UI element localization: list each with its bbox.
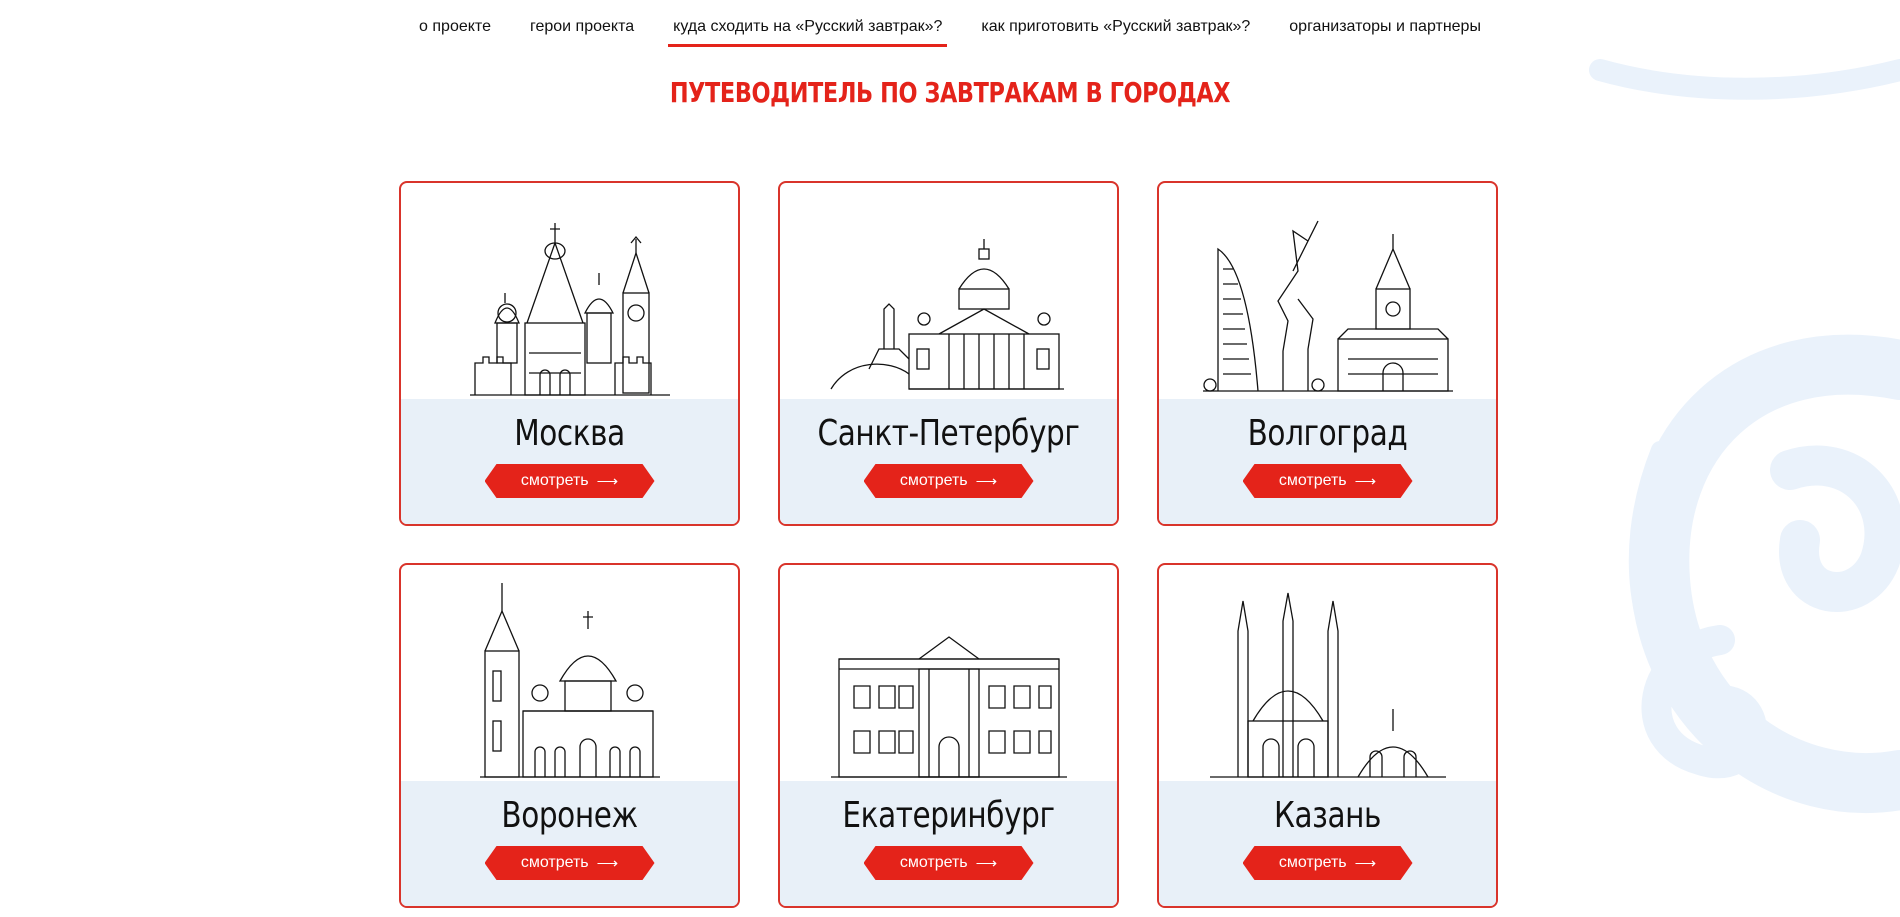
nav-link-where-to-go[interactable]: куда сходить на «Русский завтрак»? (668, 14, 948, 47)
nav-link-heroes[interactable]: герои проекта (525, 14, 639, 47)
nav-link-about[interactable]: о проекте (414, 14, 496, 47)
view-button[interactable]: смотреть ⟶ (485, 464, 655, 498)
ornament-icon (1589, 59, 1900, 814)
card-bottom: Волгоград смотреть ⟶ (1159, 399, 1496, 524)
card-bottom: Санкт-Петербург смотреть ⟶ (780, 399, 1117, 524)
illustration-area (1159, 565, 1496, 781)
card-bottom: Москва смотреть ⟶ (401, 399, 738, 524)
arrow-right-icon: ⟶ (975, 473, 998, 490)
city-name: Волгоград (1247, 413, 1408, 454)
view-button-label: смотреть (899, 472, 968, 489)
city-name: Москва (514, 413, 625, 454)
nav-link-how-to-cook[interactable]: как приготовить «Русский завтрак»? (976, 14, 1255, 47)
city-card-moscow[interactable]: Москва смотреть ⟶ (399, 181, 740, 526)
city-card-ekaterinburg[interactable]: Екатеринбург смотреть ⟶ (778, 563, 1119, 908)
illustration-area (1159, 183, 1496, 399)
city-name: Воронеж (501, 795, 638, 836)
view-button-label: смотреть (1278, 854, 1347, 871)
cities-grid: Москва смотреть ⟶ Санкт-Петербург смотре… (399, 181, 1499, 908)
city-card-saint-petersburg[interactable]: Санкт-Петербург смотреть ⟶ (778, 181, 1119, 526)
view-button[interactable]: смотреть ⟶ (485, 846, 655, 880)
classical-mansion-icon (830, 636, 1067, 778)
city-card-kazan[interactable]: Казань смотреть ⟶ (1157, 563, 1498, 908)
moscow-kremlin-icon (469, 223, 670, 396)
saint-isaac-cathedral-icon (829, 239, 1064, 390)
annunciation-cathedral-icon (479, 583, 660, 778)
view-button[interactable]: смотреть ⟶ (1243, 464, 1413, 498)
arrow-right-icon: ⟶ (1354, 473, 1377, 490)
motherland-calls-icon (1202, 220, 1453, 392)
view-button-label: смотреть (899, 854, 968, 871)
kul-sharif-mosque-icon (1209, 592, 1446, 778)
card-bottom: Казань смотреть ⟶ (1159, 781, 1496, 906)
view-button[interactable]: смотреть ⟶ (864, 846, 1034, 880)
illustration-area (780, 565, 1117, 781)
view-button-label: смотреть (520, 854, 589, 871)
city-card-volgograd[interactable]: Волгоград смотреть ⟶ (1157, 181, 1498, 526)
view-button-label: смотреть (1278, 472, 1347, 489)
card-bottom: Воронеж смотреть ⟶ (401, 781, 738, 906)
city-name: Екатеринбург (842, 795, 1055, 836)
illustration-area (401, 565, 738, 781)
arrow-right-icon: ⟶ (596, 473, 619, 490)
nav-link-organizers[interactable]: организаторы и партнеры (1284, 14, 1486, 47)
city-name: Санкт-Петербург (817, 413, 1080, 454)
arrow-right-icon: ⟶ (596, 855, 619, 872)
top-navigation: о проекте герои проекта куда сходить на … (0, 14, 1900, 47)
city-card-voronezh[interactable]: Воронеж смотреть ⟶ (399, 563, 740, 908)
view-button[interactable]: смотреть ⟶ (1243, 846, 1413, 880)
arrow-right-icon: ⟶ (1354, 855, 1377, 872)
view-button[interactable]: смотреть ⟶ (864, 464, 1034, 498)
illustration-area (780, 183, 1117, 399)
card-bottom: Екатеринбург смотреть ⟶ (780, 781, 1117, 906)
city-name: Казань (1273, 795, 1382, 836)
illustration-area (401, 183, 738, 399)
page-title: Путеводитель по завтракам в городах (669, 76, 1231, 109)
view-button-label: смотреть (520, 472, 589, 489)
arrow-right-icon: ⟶ (975, 855, 998, 872)
